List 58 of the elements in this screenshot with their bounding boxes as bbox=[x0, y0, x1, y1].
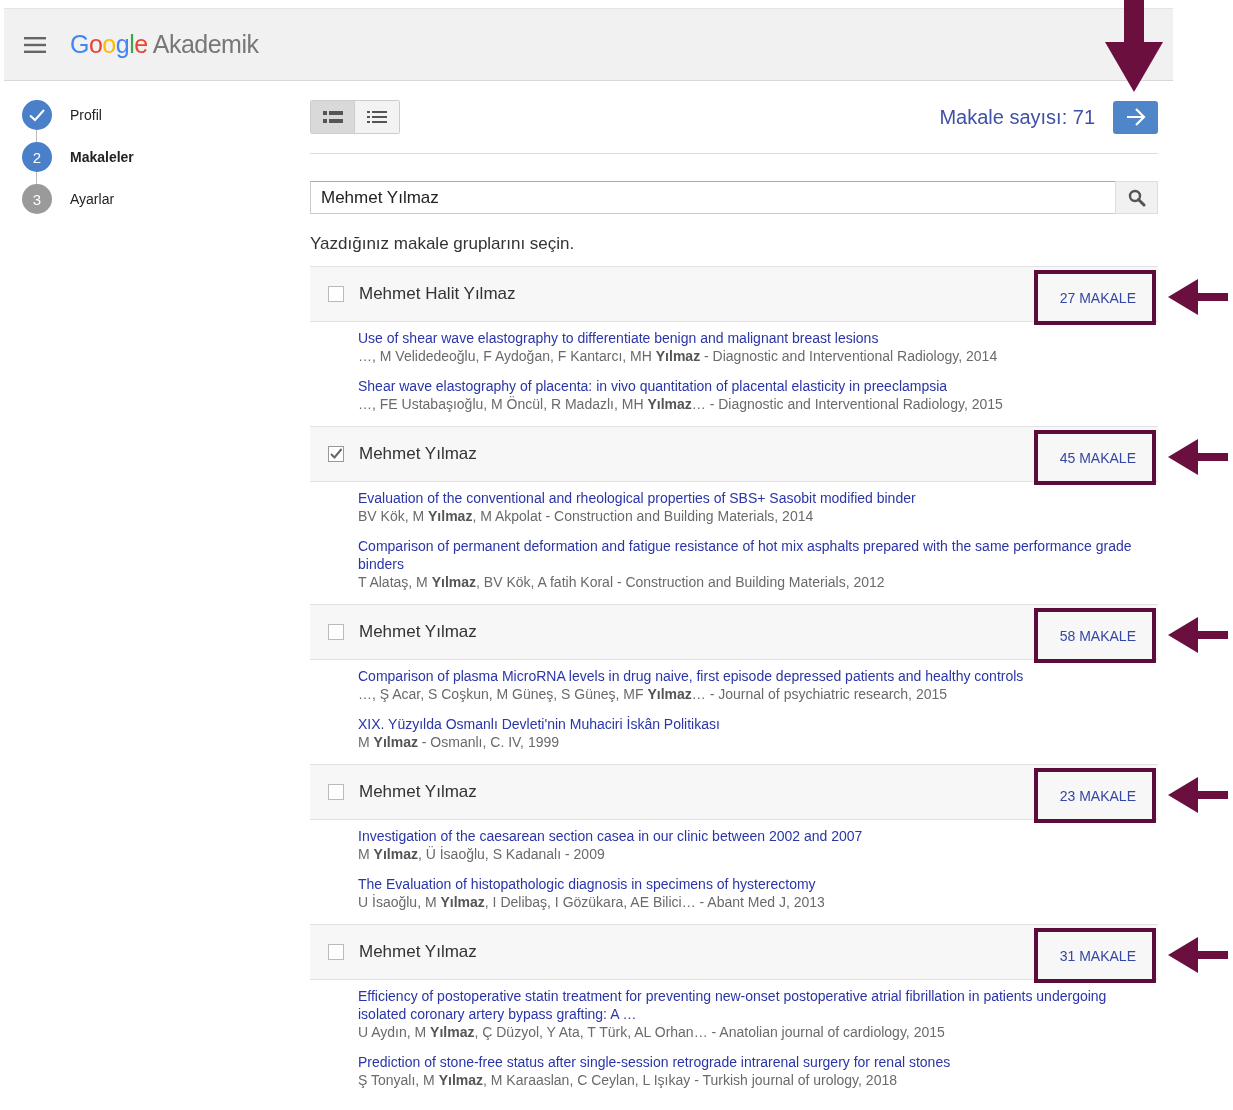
article-title-link[interactable]: XIX. Yüzyılda Osmanlı Devleti'nin Muhaciri İskân Politikası bbox=[358, 715, 1158, 733]
annotation-arrow bbox=[1168, 937, 1228, 973]
step-indicator: 3 bbox=[22, 184, 52, 214]
checkbox[interactable] bbox=[328, 944, 344, 960]
step-label[interactable]: Ayarlar bbox=[70, 191, 115, 207]
step-label[interactable]: Makaleler bbox=[70, 149, 134, 165]
article-title-link[interactable]: Prediction of stone-free status after single-session retrograde intrarenal surgery for renal stones bbox=[358, 1053, 1158, 1071]
article-count-link[interactable]: 31 MAKALE bbox=[1034, 928, 1156, 983]
search-icon bbox=[1127, 188, 1146, 207]
next-button[interactable] bbox=[1113, 100, 1158, 134]
article-count: Makale sayısı: 71 bbox=[939, 105, 1095, 129]
logo[interactable]: Google Akademik bbox=[70, 30, 259, 59]
article-count-link[interactable]: 45 MAKALE bbox=[1034, 430, 1156, 485]
instruction-text: Yazdığınız makale gruplarını seçin. bbox=[310, 234, 576, 254]
article-title-link[interactable]: Shear wave elastography of placenta: in vivo quantitation of placental elasticity in preeclampsia bbox=[358, 377, 1158, 395]
author-name: Mehmet Yılmaz bbox=[359, 782, 478, 802]
author-name: Mehmet Yılmaz bbox=[359, 444, 478, 464]
author-name: Mehmet Yılmaz bbox=[359, 942, 478, 962]
article-authors: M Yılmaz, Ü İsaoğlu, S Kadanalı - 2009 bbox=[358, 845, 606, 863]
list-view-icon bbox=[322, 110, 343, 124]
article-title-link[interactable]: Comparison of permanent deformation and fatigue resistance of hot mix asphalts prepared with the same performance grade binders bbox=[358, 537, 1158, 573]
article-authors: …, Ş Acar, S Coşkun, M Güneş, S Güneş, MF Yılmaz… - Journal of psychiatric research, 2015 bbox=[358, 685, 949, 703]
article-title-link[interactable]: Evaluation of the conventional and rheological properties of SBS+ Sasobit modified binder bbox=[358, 489, 1158, 507]
article-authors: U Aydın, M Yılmaz, Ç Düzyol, Y Ata, T Türk, AL Orhan… - Anatolian journal of cardiology, 2015 bbox=[358, 1023, 946, 1041]
author-name: Mehmet Halit Yılmaz bbox=[359, 284, 517, 304]
article-title-link[interactable]: Investigation of the caesarean section casea in our clinic between 2002 and 2007 bbox=[358, 827, 1158, 845]
compact-list-icon bbox=[367, 110, 387, 124]
menu-icon[interactable] bbox=[24, 36, 46, 53]
article-authors: U İsaoğlu, M Yılmaz, I Delibaş, I Gözükara, AE Bilici… - Abant Med J, 2013 bbox=[358, 893, 826, 911]
checkbox[interactable] bbox=[328, 784, 344, 800]
article-count-link[interactable]: 23 MAKALE bbox=[1034, 768, 1156, 823]
view-toggle-button[interactable] bbox=[355, 101, 399, 133]
search-button[interactable] bbox=[1115, 181, 1158, 214]
article-title-link[interactable]: The Evaluation of histopathologic diagnosis in specimens of hysterectomy bbox=[358, 875, 1158, 893]
checkbox[interactable] bbox=[328, 446, 344, 462]
checkbox[interactable] bbox=[328, 286, 344, 302]
article-authors: T Alataş, M Yılmaz, BV Kök, A fatih Koral - Construction and Building Materials, 2012 bbox=[358, 573, 886, 591]
annotation-arrow bbox=[1168, 777, 1228, 813]
article-authors: Ş Tonyalı, M Yılmaz, M Karaaslan, C Ceylan, L Işıkay - Turkish journal of urology, 2018 bbox=[358, 1071, 898, 1089]
annotation-arrow bbox=[1168, 439, 1228, 475]
step-label[interactable]: Profil bbox=[70, 107, 102, 123]
article-authors: …, M Velidedeoğlu, F Aydoğan, F Kantarcı, MH Yılmaz - Diagnostic and Interventional Radiology, 2014 bbox=[358, 347, 999, 365]
arrow-right-icon bbox=[1125, 108, 1146, 126]
article-authors: BV Kök, M Yılmaz, M Akpolat - Construction and Building Materials, 2014 bbox=[358, 507, 815, 525]
article-count-link[interactable]: 27 MAKALE bbox=[1034, 270, 1156, 325]
annotation-arrow bbox=[1168, 617, 1228, 653]
author-name: Mehmet Yılmaz bbox=[359, 622, 478, 642]
article-title-link[interactable]: Comparison of plasma MicroRNA levels in drug naive, first episode depressed patients and healthy controls bbox=[358, 667, 1158, 685]
article-title-link[interactable]: Efficiency of postoperative statin treatment for preventing new-onset postoperative atrial fibrillation in patients undergoing isolated coronary artery bypass grafting: A … bbox=[358, 987, 1158, 1023]
article-count-link[interactable]: 58 MAKALE bbox=[1034, 608, 1156, 663]
search-field[interactable]: Mehmet Yılmaz bbox=[310, 181, 1115, 214]
annotation-arrow bbox=[1168, 279, 1228, 315]
checkbox[interactable] bbox=[328, 624, 344, 640]
step-indicator: 2 bbox=[22, 142, 52, 172]
article-title-link[interactable]: Use of shear wave elastography to differentiate benign and malignant breast lesions bbox=[358, 329, 1158, 347]
article-authors: …, FE Ustabaşıoğlu, M Öncül, R Madazlı, MH Yılmaz… - Diagnostic and Interventional Radiology, 2015 bbox=[358, 395, 1004, 413]
view-toggle-button[interactable] bbox=[311, 101, 355, 133]
article-authors: M Yılmaz - Osmanlı, C. IV, 1999 bbox=[358, 733, 561, 751]
